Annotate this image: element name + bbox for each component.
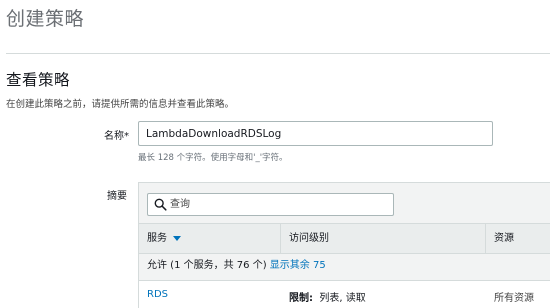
column-header-resource[interactable]: 资源 [494, 224, 514, 253]
policy-name-input[interactable] [138, 121, 493, 146]
table-row: RDS 限制: 列表, 读取 所有资源 [139, 280, 550, 308]
column-header-access-level[interactable]: 访问级别 [289, 224, 329, 253]
show-remaining-link[interactable]: 显示其余 75 [270, 260, 326, 271]
column-header-service[interactable]: 服务 [147, 224, 181, 253]
allow-summary-text: 允许 (1 个服务，共 76 个) [147, 260, 267, 271]
search-icon [154, 198, 167, 211]
allow-summary-row: 允许 (1 个服务，共 76 个) 显示其余 75 [139, 254, 550, 280]
summary-panel: 服务 访问级别 资源 允许 (1 个服务，共 76 个) 显示其余 75 RDS… [138, 182, 550, 308]
access-detail: 列表, 读取 [319, 293, 366, 304]
name-hint: 最长 128 个字符。使用字母和'_'字符。 [138, 153, 288, 163]
review-description: 在创建此策略之前，请提供所需的信息并查看此策略。 [6, 99, 235, 110]
page-title: 创建策略 [6, 8, 85, 30]
table-header: 服务 访问级别 资源 [139, 223, 550, 254]
sort-descending-icon [173, 235, 181, 241]
search-input[interactable] [170, 194, 390, 215]
access-level-cell: 限制: 列表, 读取 [289, 289, 366, 304]
column-header-service-label: 服务 [147, 233, 167, 244]
summary-label: 摘要 [107, 191, 127, 202]
column-divider [485, 224, 486, 253]
name-label: 名称* [104, 131, 129, 142]
search-box[interactable] [147, 193, 394, 216]
header-divider [6, 53, 550, 54]
resource-cell: 所有资源 [494, 293, 534, 304]
access-prefix: 限制: [289, 293, 313, 304]
column-divider [280, 224, 281, 253]
service-link-rds[interactable]: RDS [147, 289, 168, 300]
review-heading: 查看策略 [6, 71, 71, 89]
